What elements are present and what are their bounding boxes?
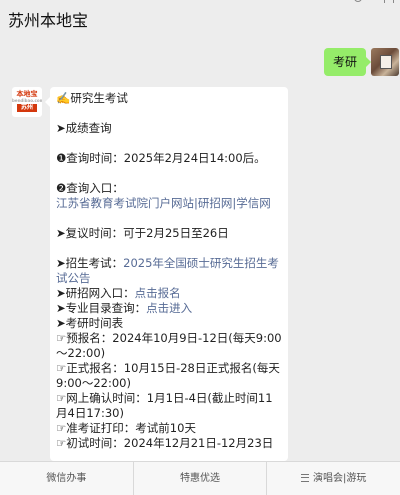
avatar-photo-icon xyxy=(380,55,392,69)
schedule-heading: ➤考研时间表 xyxy=(56,316,124,330)
score-query-heading: ➤成绩查询 xyxy=(56,121,112,135)
my-message-bubble[interactable]: 考研 xyxy=(323,48,372,76)
my-message-row: 考研 xyxy=(0,48,400,84)
recheck-time: ➤复议时间：可于2月25日至26日 xyxy=(56,226,229,240)
menu-tab-label: 演唱会|游玩 xyxy=(312,473,367,484)
bottom-menu-bar: 微信办事 特惠优选 演唱会|游玩 xyxy=(0,461,400,495)
my-avatar[interactable] xyxy=(371,48,399,76)
menu-tab-concerts[interactable]: 演唱会|游玩 xyxy=(266,462,400,495)
enroll-label: ➤招生考试： xyxy=(56,256,124,270)
reply-title: ✍️研究生考试 xyxy=(56,91,128,105)
avatar-logo-text: 本地宝 xyxy=(16,90,38,98)
menu-tab-wechat-service[interactable]: 微信办事 xyxy=(0,462,133,495)
admission-ticket: ☞准考证打印：考试前10天 xyxy=(56,421,196,435)
exam-time: ☞初试时间：2024年12月21日-12月23日 xyxy=(56,436,274,450)
avatar-logo-sub: bendibao.com xyxy=(12,98,42,103)
reply-message-bubble: ✍️研究生考试 ➤成绩查询 ❶查询时间：2025年2月24日14:00后。 ❷查… xyxy=(45,87,288,461)
top-icons xyxy=(354,0,394,3)
query-time: ❶查询时间：2025年2月24日14:00后。 xyxy=(56,151,266,165)
catalog-link[interactable]: 点击进入 xyxy=(146,301,192,315)
avatar-city-badge: 苏州 xyxy=(17,104,37,112)
menu-tab-label: 特惠优选 xyxy=(180,473,220,484)
chat-area[interactable]: 考研 本地宝 bendibao.com 苏州 ✍️研究生考试 ➤成绩查询 ❶查询… xyxy=(0,40,400,462)
pre-registration: ☞预报名：2024年10月9日-12日(每天9:00～22:00) xyxy=(56,331,282,360)
query-entry-label: ❷查询入口： xyxy=(56,181,124,195)
profile-icon[interactable] xyxy=(384,0,394,3)
menu-tab-deals[interactable]: 特惠优选 xyxy=(132,462,267,495)
formal-registration: ☞正式报名：10月15日-28日正式报名(每天9:00～22:00) xyxy=(56,361,280,390)
catalog-label: ➤专业目录查询： xyxy=(56,301,147,315)
more-icon[interactable] xyxy=(354,0,362,2)
official-account-avatar[interactable]: 本地宝 bendibao.com 苏州 xyxy=(12,87,42,117)
menu-tab-label: 微信办事 xyxy=(46,473,87,484)
yzw-label: ➤研招网入口： xyxy=(56,286,135,300)
top-bar: 苏州本地宝 xyxy=(0,0,400,40)
chat-title: 苏州本地宝 xyxy=(8,11,89,30)
query-entry-links[interactable]: 江苏省教育考试院门户网站|研招网|学信网 xyxy=(56,196,271,210)
register-link[interactable]: 点击报名 xyxy=(135,286,181,300)
menu-icon xyxy=(300,474,309,482)
online-confirmation: ☞网上确认时间：1月1日-4日(截止时间11月4日17:30) xyxy=(56,391,273,420)
